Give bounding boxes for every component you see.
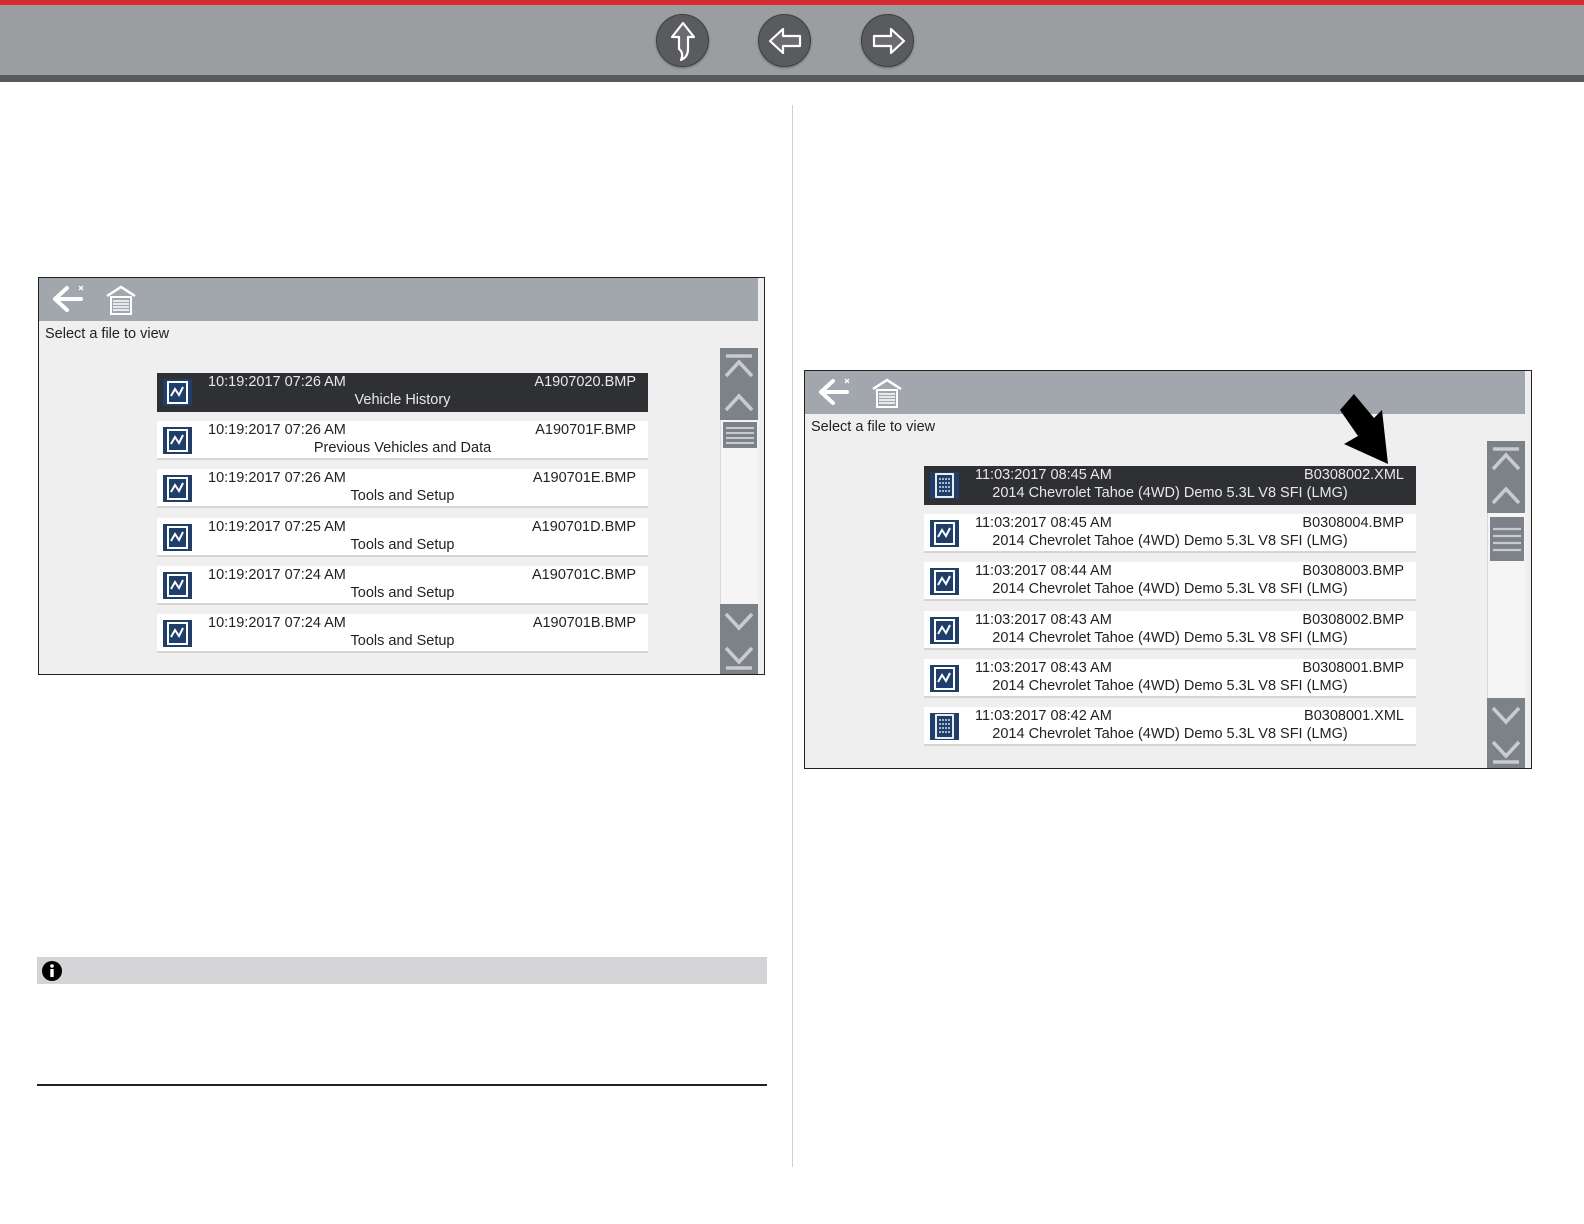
scroll-to-bottom-icon bbox=[1491, 740, 1521, 764]
back-arrow-icon[interactable] bbox=[817, 376, 853, 408]
scroll-thumb[interactable] bbox=[723, 422, 757, 448]
file-name: B0308002.XML bbox=[1304, 467, 1404, 483]
file-datetime: 11:03:2017 08:45 AM bbox=[975, 467, 1112, 483]
scroll-top-button[interactable] bbox=[720, 348, 758, 384]
file-name: B0308001.BMP bbox=[1302, 660, 1404, 676]
file-description: 2014 Chevrolet Tahoe (4WD) Demo 5.3L V8 … bbox=[992, 533, 1348, 549]
file-datetime: 11:03:2017 08:44 AM bbox=[975, 563, 1112, 579]
note-box bbox=[37, 957, 767, 984]
file-datetime: 10:19:2017 07:24 AM bbox=[208, 615, 346, 631]
file-description: 2014 Chevrolet Tahoe (4WD) Demo 5.3L V8 … bbox=[992, 485, 1348, 501]
file-list-item[interactable]: 11:03:2017 08:43 AM B0308001.BMP 2014 Chev… bbox=[924, 659, 1416, 698]
file-datetime: 10:19:2017 07:26 AM bbox=[208, 470, 346, 486]
right-screen-panel: Select a file to view 11:03:2017 08:45 A… bbox=[804, 370, 1532, 769]
file-name: B0308002.BMP bbox=[1302, 612, 1404, 628]
file-description: 2014 Chevrolet Tahoe (4WD) Demo 5.3L V8 … bbox=[992, 678, 1348, 694]
file-name: A190701B.BMP bbox=[532, 615, 636, 631]
scroll-top-button[interactable] bbox=[1487, 441, 1525, 477]
file-description: 2014 Chevrolet Tahoe (4WD) Demo 5.3L V8 … bbox=[992, 630, 1348, 646]
next-page-button[interactable] bbox=[861, 14, 914, 67]
file-list-item[interactable]: 11:03:2017 08:45 AM B0308002.XML 2014 Chev… bbox=[924, 466, 1416, 505]
file-list-item[interactable]: 10:19:2017 07:26 AM A1907020.BMP Vehicle H… bbox=[157, 373, 648, 412]
arrow-right-icon bbox=[872, 27, 906, 55]
scroll-up-button[interactable] bbox=[720, 384, 758, 420]
file-datetime: 11:03:2017 08:43 AM bbox=[975, 612, 1112, 628]
top-accent-line bbox=[0, 0, 1584, 5]
scroll-thumb[interactable] bbox=[1490, 517, 1524, 561]
arrow-left-icon bbox=[768, 27, 802, 55]
file-description: Tools and Setup bbox=[350, 537, 455, 553]
scrollbar[interactable] bbox=[1487, 441, 1525, 768]
callout-arrow-icon bbox=[1340, 394, 1388, 464]
file-datetime: 11:03:2017 08:42 AM bbox=[975, 708, 1112, 724]
garage-home-icon[interactable] bbox=[105, 284, 137, 316]
file-description: Tools and Setup bbox=[350, 633, 455, 649]
scroll-thumb-grip-icon bbox=[1493, 527, 1521, 552]
file-datetime: 11:03:2017 08:45 AM bbox=[975, 515, 1112, 531]
file-description: Vehicle History bbox=[354, 392, 451, 408]
left-screen-panel: Select a file to view 10:19:2017 07:26 A… bbox=[38, 277, 765, 675]
up-button[interactable] bbox=[656, 14, 709, 67]
back-arrow-icon[interactable] bbox=[51, 283, 87, 315]
file-description: Previous Vehicles and Data bbox=[313, 440, 492, 456]
screen-toolbar bbox=[39, 278, 758, 321]
file-list-item[interactable]: 10:19:2017 07:25 AM A190701D.BMP Tools and… bbox=[157, 518, 648, 557]
file-name: B0308003.BMP bbox=[1302, 563, 1404, 579]
scroll-down-button[interactable] bbox=[1487, 698, 1525, 734]
screen-toolbar bbox=[805, 371, 1525, 414]
file-datetime: 10:19:2017 07:24 AM bbox=[208, 567, 346, 583]
select-file-prompt: Select a file to view bbox=[45, 326, 170, 342]
top-bottom-line bbox=[0, 75, 1584, 82]
file-name: A190701E.BMP bbox=[532, 470, 636, 486]
file-list-item[interactable]: 10:19:2017 07:24 AM A190701B.BMP Tools and… bbox=[157, 614, 648, 653]
scrollbar[interactable] bbox=[720, 348, 758, 674]
chevron-up-icon bbox=[724, 393, 754, 412]
file-description: 2014 Chevrolet Tahoe (4WD) Demo 5.3L V8 … bbox=[992, 726, 1348, 742]
file-list-item[interactable]: 11:03:2017 08:45 AM B0308004.BMP 2014 Chev… bbox=[924, 514, 1416, 553]
file-list-item[interactable]: 10:19:2017 07:26 AM A190701E.BMP Tools and… bbox=[157, 469, 648, 508]
file-list-item[interactable]: 10:19:2017 07:26 AM A190701F.BMP Previous … bbox=[157, 421, 648, 460]
file-list-item[interactable]: 11:03:2017 08:43 AM B0308002.BMP 2014 Chev… bbox=[924, 611, 1416, 650]
file-name: A1907020.BMP bbox=[534, 374, 636, 390]
file-datetime: 11:03:2017 08:43 AM bbox=[975, 660, 1112, 676]
scroll-bottom-button[interactable] bbox=[720, 640, 758, 674]
file-name: B0308004.BMP bbox=[1302, 515, 1404, 531]
file-list-item[interactable]: 11:03:2017 08:44 AM B0308003.BMP 2014 Chev… bbox=[924, 562, 1416, 601]
column-divider bbox=[792, 105, 793, 1167]
file-name: A190701D.BMP bbox=[532, 519, 636, 535]
scroll-up-button[interactable] bbox=[1487, 477, 1525, 513]
file-datetime: 10:19:2017 07:26 AM bbox=[208, 422, 346, 438]
top-navigation-bar bbox=[0, 0, 1584, 82]
file-name: B0308001.XML bbox=[1304, 708, 1404, 724]
scroll-to-top-icon bbox=[1491, 447, 1521, 471]
chevron-down-icon bbox=[1491, 706, 1521, 725]
file-description: 2014 Chevrolet Tahoe (4WD) Demo 5.3L V8 … bbox=[992, 581, 1348, 597]
scroll-track[interactable] bbox=[1487, 513, 1525, 698]
select-file-prompt: Select a file to view bbox=[811, 419, 936, 435]
scroll-down-button[interactable] bbox=[720, 604, 758, 640]
scroll-to-top-icon bbox=[724, 354, 754, 378]
note-bottom-rule bbox=[37, 1084, 767, 1086]
file-name: A190701F.BMP bbox=[535, 422, 636, 438]
garage-home-icon[interactable] bbox=[871, 377, 903, 409]
file-datetime: 10:19:2017 07:25 AM bbox=[208, 519, 346, 535]
up-icon bbox=[670, 21, 696, 62]
scroll-bottom-button[interactable] bbox=[1487, 734, 1525, 768]
scroll-track[interactable] bbox=[720, 420, 758, 604]
file-list-item[interactable]: 10:19:2017 07:24 AM A190701C.BMP Tools and… bbox=[157, 566, 648, 605]
scroll-thumb-grip-icon bbox=[726, 427, 754, 444]
chevron-up-icon bbox=[1491, 486, 1521, 505]
file-datetime: 10:19:2017 07:26 AM bbox=[208, 374, 346, 390]
chevron-down-icon bbox=[724, 612, 754, 631]
file-list-item[interactable]: 11:03:2017 08:42 AM B0308001.XML 2014 Chev… bbox=[924, 707, 1416, 746]
info-icon bbox=[42, 961, 62, 981]
file-description: Tools and Setup bbox=[350, 488, 455, 504]
file-description: Tools and Setup bbox=[350, 585, 455, 601]
file-name: A190701C.BMP bbox=[532, 567, 636, 583]
scroll-to-bottom-icon bbox=[724, 646, 754, 670]
previous-page-button[interactable] bbox=[758, 14, 811, 67]
